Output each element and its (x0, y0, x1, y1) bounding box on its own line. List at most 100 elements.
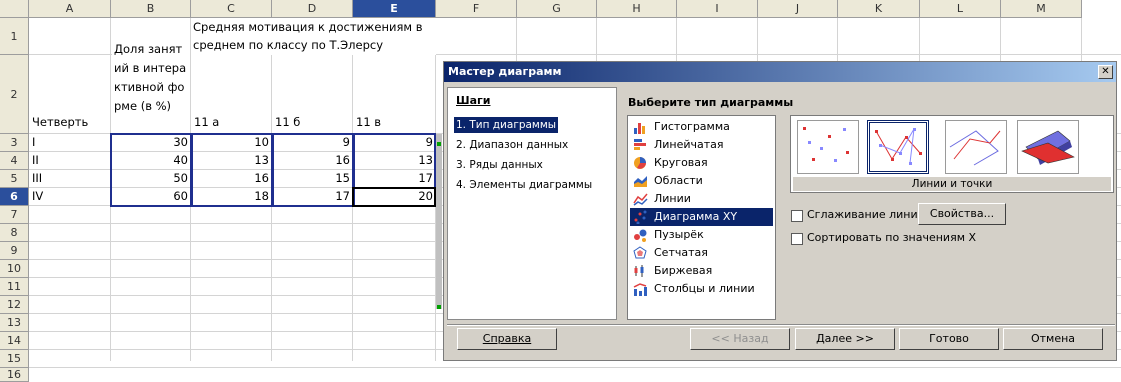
properties-button[interactable]: Свойства... (918, 203, 1006, 225)
split-handle[interactable] (436, 134, 442, 309)
row-header-1[interactable]: 1 (0, 18, 29, 55)
chart-type-item[interactable]: Круговая (630, 154, 773, 172)
chart-type-label: Гистограмма (654, 120, 730, 133)
row-header-15[interactable]: 15 (0, 350, 29, 368)
column-header-i[interactable]: I (677, 0, 758, 18)
bar-chart-icon (633, 120, 648, 134)
back-button[interactable]: << Назад (690, 328, 790, 350)
row-header-12[interactable]: 12 (0, 296, 29, 314)
data-cell[interactable]: II (30, 152, 110, 169)
row-header-4[interactable]: 4 (0, 152, 29, 170)
chart-type-label: Столбцы и линии (654, 282, 755, 295)
step-item-1[interactable]: 1. Тип диаграммы (454, 117, 559, 133)
row-header-16[interactable]: 16 (0, 368, 29, 382)
variant-lines-only[interactable] (945, 120, 1007, 174)
line-chart-icon (633, 192, 648, 206)
variant-points-only[interactable] (797, 120, 859, 174)
row-header-6[interactable]: 6 (0, 188, 29, 206)
column-header-g[interactable]: G (517, 0, 597, 18)
column-header-j[interactable]: J (758, 0, 838, 18)
select-all-corner[interactable] (0, 0, 29, 18)
column-header-h[interactable]: H (597, 0, 677, 18)
data-cell[interactable]: III (30, 170, 110, 187)
chart-type-label: Круговая (654, 156, 708, 169)
data-cell[interactable]: I (30, 134, 110, 151)
next-button[interactable]: Далее >> (795, 328, 895, 350)
steps-panel: Шаги 1. Тип диаграммы 2. Диапазон данных 3… (447, 87, 617, 320)
chart-type-item[interactable]: Линейчатая (630, 136, 773, 154)
grid-line (29, 367, 1121, 368)
resize-handle-icon[interactable] (437, 142, 441, 146)
column-header-b[interactable]: B (111, 0, 191, 18)
chart-type-label: Области (654, 174, 703, 187)
chart-type-item[interactable]: Пузырёк (630, 226, 773, 244)
row-header-11[interactable]: 11 (0, 278, 29, 296)
dialog-titlebar[interactable]: Мастер диаграмм ✕ (444, 62, 1116, 82)
cell-e2[interactable]: 11 в (354, 114, 434, 131)
chart-type-item[interactable]: Столбцы и линии (630, 280, 773, 298)
column-header-l[interactable]: L (920, 0, 1001, 18)
chart-type-item[interactable]: Линии (630, 190, 773, 208)
column-header-m[interactable]: M (1001, 0, 1082, 18)
column-header-e[interactable]: E (353, 0, 436, 18)
cancel-button[interactable]: Отмена (1003, 328, 1103, 350)
column-header-k[interactable]: K (838, 0, 920, 18)
area-chart-icon (633, 174, 648, 188)
row-header-9[interactable]: 9 (0, 242, 29, 260)
stock-chart-icon (633, 264, 648, 278)
chart-variant-preview[interactable]: Линии и точки (790, 115, 1114, 193)
chart-wizard-dialog: Мастер диаграмм ✕ Шаги 1. Тип диаграммы 2… (443, 61, 1117, 361)
cell-a2[interactable]: Четверть (30, 114, 110, 131)
range-frame-d (271, 133, 355, 207)
chart-type-item[interactable]: Гистограмма (630, 118, 773, 136)
column-header-a[interactable]: A (29, 0, 111, 18)
sort-by-x-label: Сортировать по значениям X (807, 231, 977, 244)
data-cell[interactable]: IV (30, 188, 110, 205)
smooth-lines-label: Сглаживание линий (807, 208, 925, 221)
active-cell-cursor (352, 187, 436, 207)
step-item-4[interactable]: 4. Элементы диаграммы (454, 177, 594, 193)
net-chart-icon (633, 246, 648, 260)
resize-handle-icon[interactable] (437, 305, 441, 309)
row-header-2[interactable]: 2 (0, 55, 29, 134)
lines-points-icon (875, 128, 922, 165)
dialog-title: Мастер диаграмм (448, 65, 562, 78)
dialog-separator (447, 324, 1115, 326)
chart-type-label: Линии (654, 192, 691, 205)
sort-by-x-checkbox[interactable] (791, 233, 803, 245)
column-header-d[interactable]: D (272, 0, 353, 18)
chart-type-item[interactable]: Области (630, 172, 773, 190)
row-header-10[interactable]: 10 (0, 260, 29, 278)
cell-c2[interactable]: 11 а (192, 114, 271, 131)
chart-type-item[interactable]: Диаграмма XY (630, 208, 773, 226)
cell-c1-title[interactable]: Средняя мотивация к достижениям в средне… (191, 18, 436, 55)
bubble-chart-icon (633, 228, 648, 242)
variant-lines-and-points[interactable] (867, 120, 929, 174)
range-frame-b (110, 133, 193, 207)
chart-type-label: Биржевая (654, 264, 713, 277)
column-line-chart-icon (633, 282, 648, 296)
row-header-3[interactable]: 3 (0, 134, 29, 152)
chart-type-item[interactable]: Биржевая (630, 262, 773, 280)
step-item-3[interactable]: 3. Ряды данных (454, 157, 545, 173)
chart-type-item[interactable]: Сетчатая (630, 244, 773, 262)
close-icon[interactable]: ✕ (1098, 65, 1113, 79)
row-header-8[interactable]: 8 (0, 224, 29, 242)
column-header-c[interactable]: C (191, 0, 272, 18)
smooth-lines-checkbox[interactable] (791, 210, 803, 222)
chart-type-label: Пузырёк (654, 228, 704, 241)
step-item-2[interactable]: 2. Диапазон данных (454, 137, 570, 153)
row-header-7[interactable]: 7 (0, 206, 29, 224)
finish-button[interactable]: Готово (899, 328, 999, 350)
row-header-14[interactable]: 14 (0, 332, 29, 350)
pie-chart-icon (633, 156, 648, 170)
variant-3d-lines[interactable] (1017, 120, 1079, 174)
help-button[interactable]: Справка (457, 328, 557, 350)
row-header-5[interactable]: 5 (0, 170, 29, 188)
row-header-13[interactable]: 13 (0, 314, 29, 332)
cell-d2[interactable]: 11 б (273, 114, 352, 131)
chart-type-list[interactable]: Гистограмма Линейчатая Круговая Области Лини… (627, 115, 776, 320)
range-frame-c (190, 133, 274, 207)
column-header-f[interactable]: F (436, 0, 517, 18)
cell-b2[interactable]: Доля занятий в интерактивной форме (в %) (112, 40, 190, 133)
